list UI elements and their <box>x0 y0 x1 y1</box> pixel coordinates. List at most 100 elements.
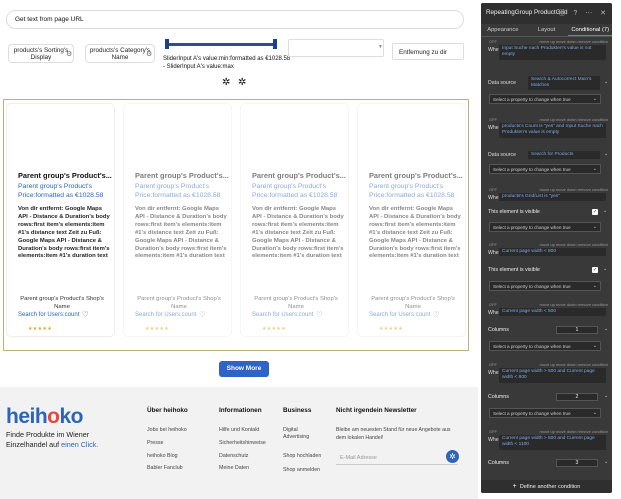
chevron-down-icon: ⌄ <box>592 283 597 289</box>
property-select[interactable]: Select a property to change when true ⌄ <box>489 164 601 174</box>
rating-stars: ★★★★★ <box>262 327 287 332</box>
product-title: Parent group's Product's... <box>252 171 346 180</box>
heart-icon[interactable]: ♡ <box>433 310 440 319</box>
property-select[interactable]: Select a property to change when true ⌄ <box>489 281 601 291</box>
columns-input[interactable]: 3 <box>556 459 598 467</box>
footer-link[interactable]: Meine Daten <box>219 465 249 472</box>
off-toggle[interactable]: OFF <box>489 242 497 247</box>
shop-name: Parent group's Product's Shop's Name <box>254 296 338 310</box>
product-card[interactable]: Parent group's Product's... Parent group'… <box>6 103 115 337</box>
condition-expression[interactable]: Current page width > 500 and Current pag… <box>499 368 606 383</box>
email-field[interactable]: E-Mail Adresse <box>336 450 458 465</box>
footer-link[interactable]: Hilfe und Kontakt <box>219 427 259 434</box>
product-price: Parent group's Product's Price:formatted… <box>369 183 455 199</box>
delete-icon[interactable]: ▪ <box>604 267 606 273</box>
property-select[interactable]: Select a property to change when true ⌄ <box>489 408 601 418</box>
category-dropdown[interactable]: products's Category's Name <box>85 44 155 63</box>
when-label: When <box>488 47 502 53</box>
condition-when-row: When Current page width < 500 <box>481 308 612 317</box>
heihoko-logo[interactable]: heihoko <box>6 405 84 429</box>
search-input[interactable]: Get text from page URL <box>6 10 464 29</box>
property-select[interactable]: Select a property to change when true ⌄ <box>489 94 601 104</box>
delete-icon[interactable]: ▪ <box>605 460 607 466</box>
delete-icon[interactable]: ▪ <box>605 80 607 86</box>
product-distance: Von dir entfernt: Google Maps API - Dist… <box>135 206 227 260</box>
define-condition-button[interactable]: + Define another condition <box>481 480 612 493</box>
gear-icon[interactable]: ⚙ <box>66 50 72 58</box>
product-card[interactable]: Parent group's Product's... Parent group'… <box>240 103 349 337</box>
condition-ops[interactable]: move up move down remove condition <box>540 242 608 247</box>
when-label: When <box>488 310 502 316</box>
slider-max-handle[interactable] <box>273 39 277 49</box>
footer-link[interactable]: Digital Advertising <box>283 427 323 441</box>
off-toggle[interactable]: OFF <box>489 302 497 307</box>
footer-link[interactable]: Presse <box>147 440 164 447</box>
empty-dropdown[interactable] <box>288 39 384 57</box>
heart-icon[interactable]: ♡ <box>82 310 89 319</box>
off-toggle[interactable]: OFF <box>489 187 497 192</box>
condition-ops[interactable]: move up move down remove condition <box>540 39 608 44</box>
condition-ops[interactable]: move up move down remove condition <box>540 429 608 434</box>
condition-expression[interactable]: Current page width < 800 <box>499 248 606 257</box>
property-select[interactable]: Select a property to change when true ⌄ <box>489 222 601 232</box>
delete-icon[interactable]: ▪ <box>605 327 607 333</box>
tab-layout[interactable]: Layout <box>525 24 569 36</box>
condition-ops[interactable]: move up move down remove condition <box>540 362 608 367</box>
subscribe-icon[interactable]: ✲ <box>446 450 459 463</box>
property-select[interactable]: Select a property to change when true ⌄ <box>489 341 601 351</box>
footer-link[interactable]: Babler Fanclub <box>147 465 183 472</box>
condition-mini-bar: OFF move up move down remove condition <box>481 242 612 247</box>
panel-header-icons[interactable]: ⓪ ? ⋯ ✕ <box>558 8 609 18</box>
slider-min-handle[interactable] <box>165 39 169 49</box>
columns-input[interactable]: 1 <box>556 326 598 334</box>
checkbox[interactable]: ✓ <box>592 267 598 273</box>
product-price: Parent group's Product's Price:formatted… <box>135 183 221 199</box>
footer-link[interactable]: Sicherheitshinweise <box>219 440 266 447</box>
editor-canvas: Get text from page URL products's Sortin… <box>0 0 478 499</box>
footer-link[interactable]: heihoko Blog <box>147 453 178 460</box>
condition-ops[interactable]: move up move down remove condition <box>540 302 608 307</box>
rating-stars: ★★★★★ <box>379 327 404 332</box>
product-card[interactable]: Parent group's Product's... Parent group'… <box>123 103 232 337</box>
gear-icon[interactable]: ⚙ <box>146 50 152 58</box>
heart-icon[interactable]: ♡ <box>199 310 206 319</box>
shop-name: Parent group's Product's Shop's Name <box>371 296 455 310</box>
condition-expression[interactable]: Input Suche nach Produkten's value is no… <box>499 45 606 60</box>
footer-link[interactable]: Shop anmelden <box>283 467 323 474</box>
show-more-button[interactable]: Show More <box>219 361 269 377</box>
off-toggle[interactable]: OFF <box>489 362 497 367</box>
off-toggle[interactable]: OFF <box>489 39 497 44</box>
off-toggle[interactable]: OFF <box>489 117 497 122</box>
footer-link[interactable]: Datenschutz <box>219 453 248 460</box>
tab-conditional[interactable]: Conditional (7) <box>568 24 612 36</box>
tab-appearance[interactable]: Appearance <box>481 24 525 36</box>
define-label: Define another condition <box>519 484 581 490</box>
condition-expression[interactable]: products's Count is "yes" and Input Such… <box>499 123 606 138</box>
condition-ops[interactable]: move up move down remove condition <box>540 187 608 192</box>
data-source-label: Data source <box>488 80 516 86</box>
delete-icon[interactable]: ▪ <box>604 209 606 215</box>
chevron-down-icon: ⌄ <box>592 343 597 349</box>
condition-ops[interactable]: move up move down remove condition <box>540 117 608 122</box>
heart-icon[interactable]: ♡ <box>316 310 323 319</box>
off-toggle[interactable]: OFF <box>489 429 497 434</box>
condition-expression[interactable]: Current page width < 500 <box>499 308 606 317</box>
data-source-value[interactable]: Search for Products <box>528 151 600 159</box>
when-label: When <box>488 250 502 256</box>
product-title: Parent group's Product's... <box>135 171 229 180</box>
chevron-down-icon: ⌄ <box>592 96 597 102</box>
product-card[interactable]: Parent group's Product's... Parent group'… <box>357 103 466 337</box>
distance-dropdown[interactable]: Entfernung zu dir <box>392 43 464 60</box>
columns-input[interactable]: 2 <box>556 393 598 401</box>
condition-expression[interactable]: products's Grid/List is "yes" <box>499 193 606 202</box>
condition-expression[interactable]: Current page width > 500 and Current pag… <box>499 435 606 450</box>
sorting-dropdown[interactable]: products's Sorting's Display <box>8 44 74 63</box>
footer-link[interactable]: Jobs bei heihoko <box>147 427 187 434</box>
checkbox[interactable]: ✓ <box>592 209 598 215</box>
delete-icon[interactable]: ▪ <box>605 152 607 158</box>
footer-link[interactable]: Shop hochladen <box>283 453 323 460</box>
columns-row: Columns 1 ▪ <box>481 326 612 334</box>
delete-icon[interactable]: ▪ <box>605 394 607 400</box>
price-slider-track[interactable] <box>166 43 276 46</box>
data-source-value[interactable]: Search & Autocorrect Main's Matches <box>528 76 600 90</box>
